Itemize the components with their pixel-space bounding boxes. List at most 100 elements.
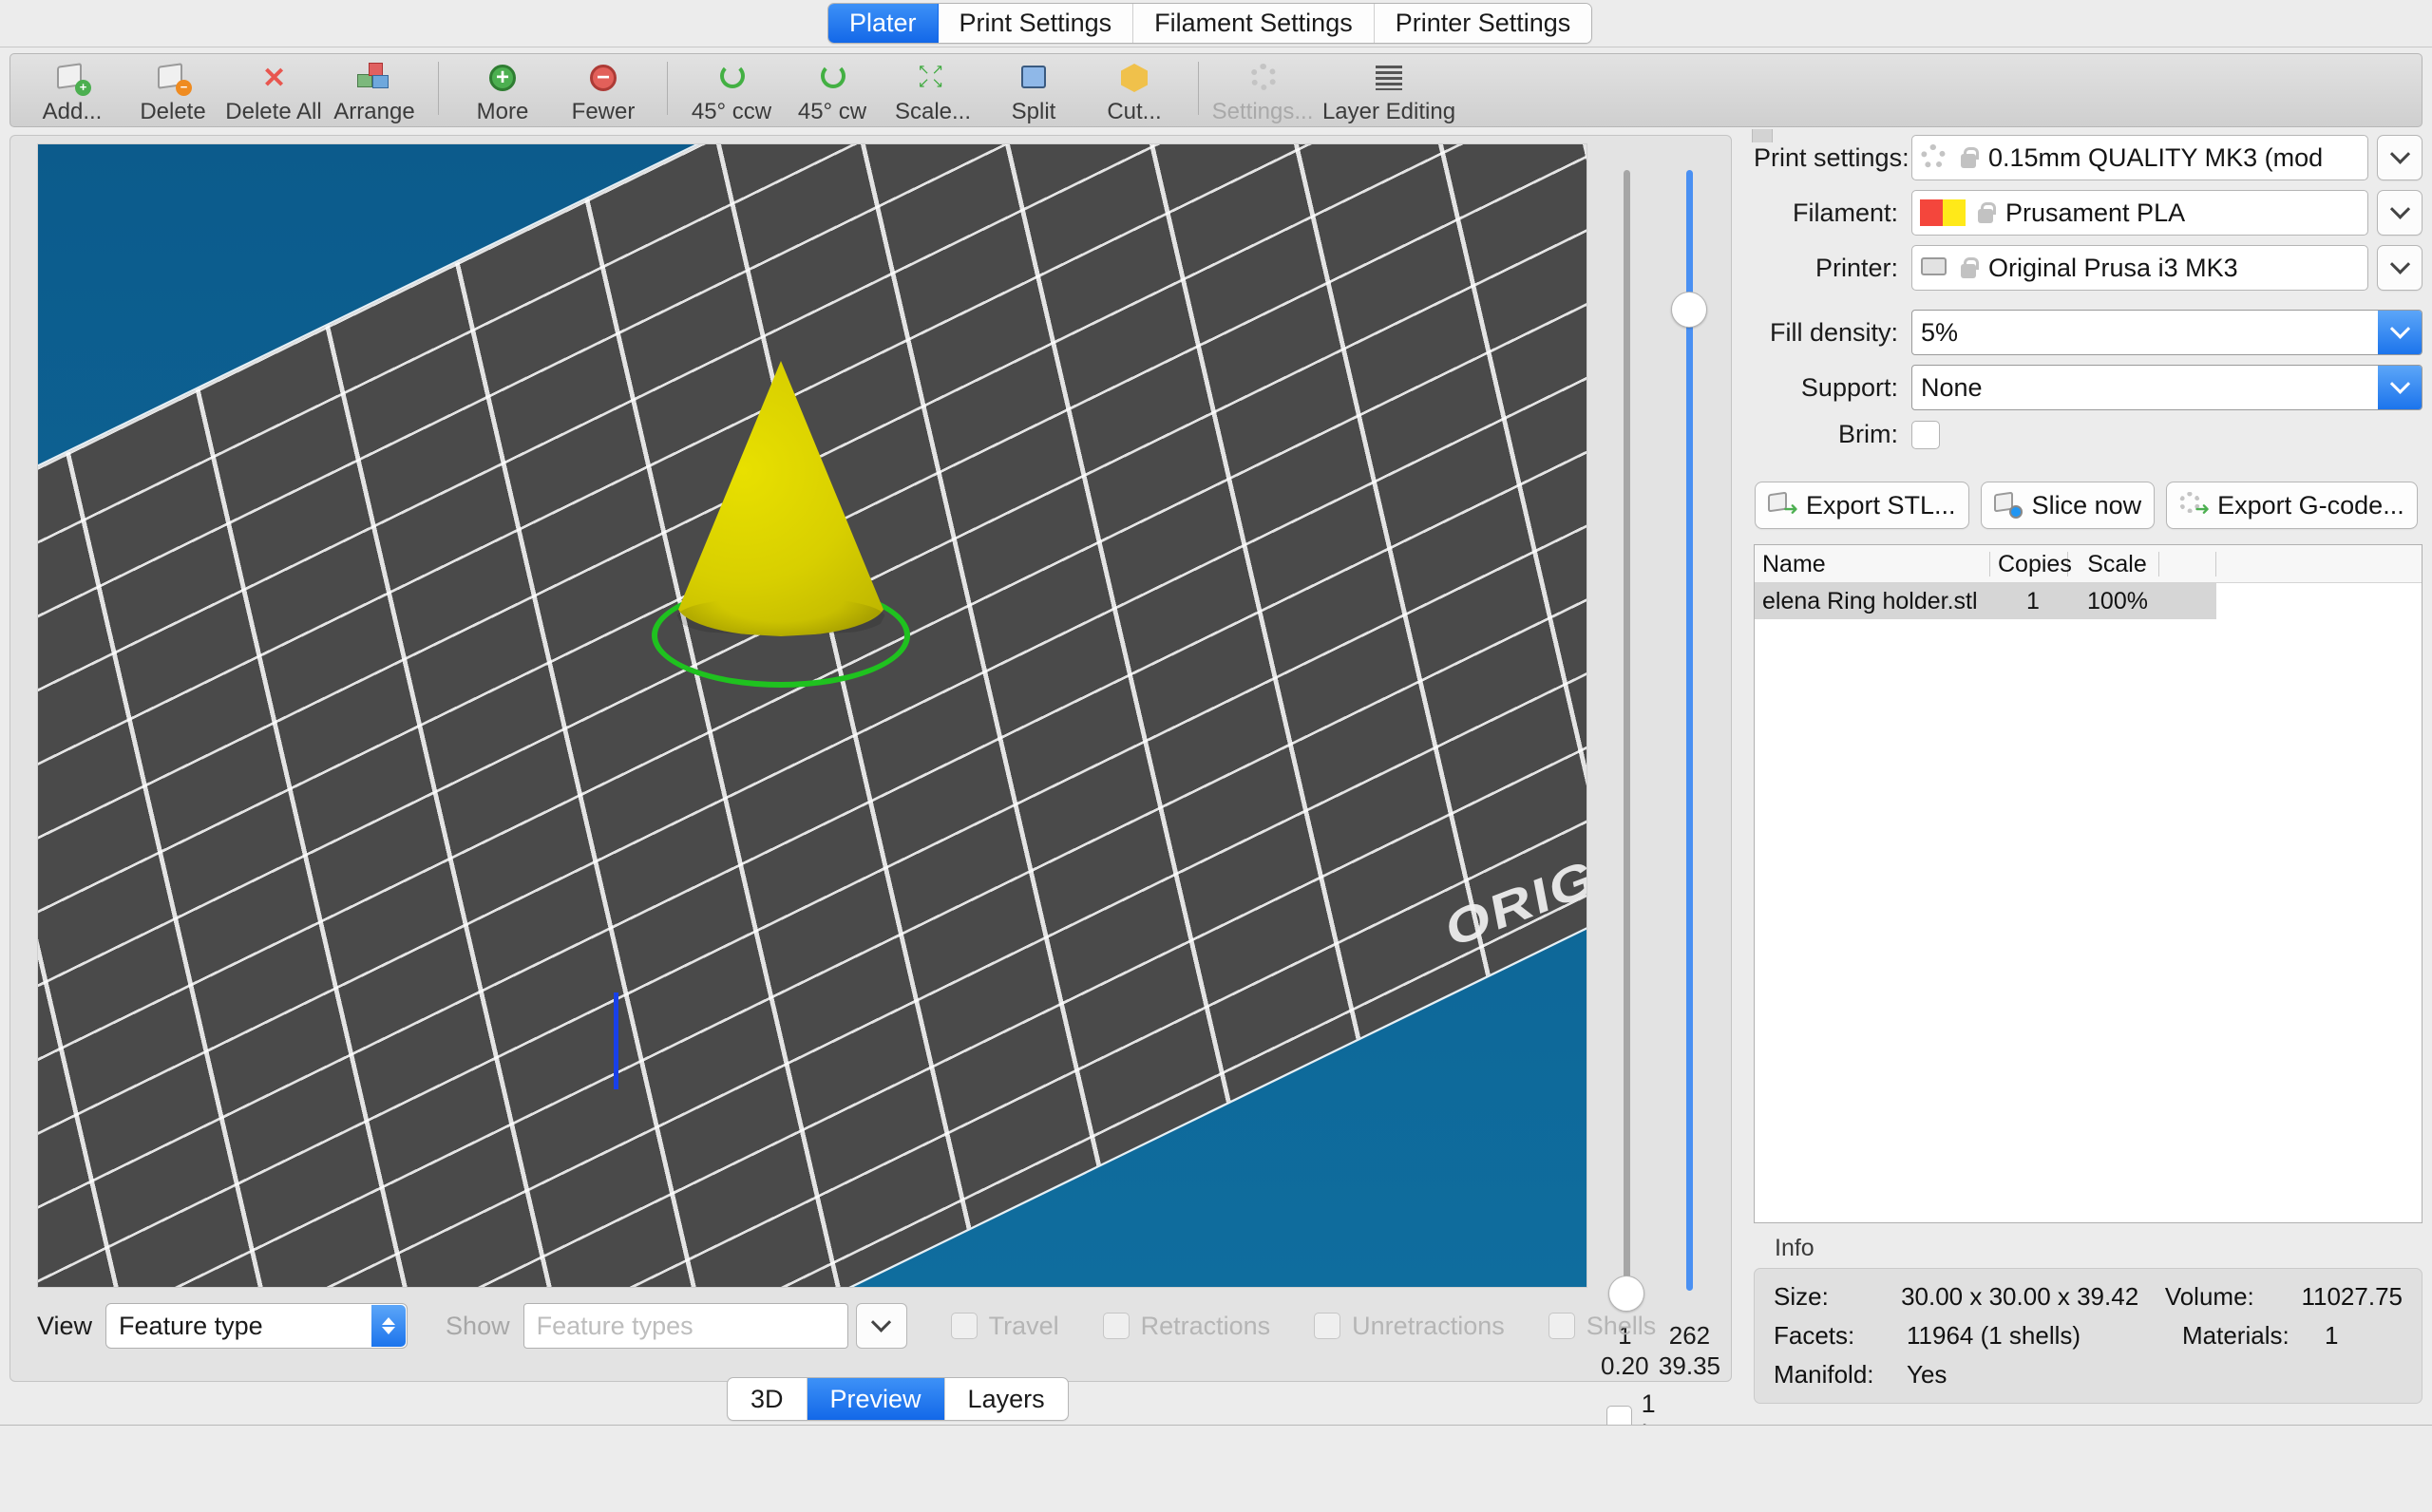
toolbar-cut-label: Cut... bbox=[1107, 99, 1162, 124]
printer-icon bbox=[1920, 254, 1948, 282]
toolbar-rotate-ccw-button[interactable]: 45° ccw bbox=[681, 54, 782, 126]
print-settings-dropdown-button[interactable] bbox=[2377, 135, 2422, 180]
toolbar-settings-button[interactable]: Settings... bbox=[1212, 54, 1313, 126]
fill-density-combo[interactable]: 5% bbox=[1911, 310, 2422, 355]
toolbar-scale-button[interactable]: ↖↗ ↙↘ Scale... bbox=[883, 54, 983, 126]
support-combo[interactable]: None bbox=[1911, 365, 2422, 410]
filament-row: Filament: Prusament PLA bbox=[1754, 190, 2422, 236]
shells-label: Shells bbox=[1586, 1311, 1657, 1340]
info-volume-value: 11027.75 bbox=[2301, 1282, 2403, 1311]
layer-low-height: 0.20 bbox=[1601, 1351, 1649, 1380]
show-label: Show bbox=[446, 1311, 510, 1340]
info-size-value: 30.00 x 30.00 x 39.42 bbox=[1901, 1282, 2139, 1311]
view-mode-3d[interactable]: 3D bbox=[728, 1378, 808, 1420]
export-button-row: ➜ Export STL... Slice now ➜ Export G-cod… bbox=[1755, 482, 2422, 529]
window-background-strip bbox=[0, 1425, 2432, 1512]
toolbar-rotate-cw-button[interactable]: 45° cw bbox=[782, 54, 883, 126]
table-row[interactable]: elena Ring holder.stl 1 100% bbox=[1755, 583, 2216, 619]
tab-printer-settings[interactable]: Printer Settings bbox=[1374, 4, 1592, 43]
tab-print-settings[interactable]: Print Settings bbox=[938, 4, 1134, 43]
info-facets-value: 11964 (1 shells) bbox=[1907, 1321, 2081, 1350]
main-toolbar: + Add... − Delete ✕ Delete All Arrange +… bbox=[10, 53, 2422, 127]
printer-dropdown-button[interactable] bbox=[2377, 245, 2422, 291]
toolbar-layer-editing-label: Layer Editing bbox=[1321, 99, 1456, 124]
toolbar-separator-3 bbox=[1198, 62, 1199, 115]
view-select[interactable]: Feature type bbox=[105, 1303, 408, 1349]
toolbar-rotate-cw-label: 45° cw bbox=[797, 99, 867, 124]
layer-slider-high-handle[interactable] bbox=[1671, 292, 1707, 328]
brim-label: Brim: bbox=[1838, 420, 1898, 448]
filament-label: Filament: bbox=[1792, 198, 1898, 227]
toolbar-arrange-button[interactable]: Arrange bbox=[324, 54, 425, 126]
brim-row: Brim: bbox=[1754, 420, 2422, 449]
info-manifold-label: Manifold: bbox=[1774, 1360, 1874, 1389]
toolbar-separator-2 bbox=[667, 62, 668, 115]
print-settings-value: 0.15mm QUALITY MK3 (mod bbox=[1988, 142, 2324, 172]
shells-checkbox[interactable] bbox=[1548, 1313, 1575, 1339]
travel-checkbox[interactable] bbox=[950, 1313, 978, 1339]
arrange-icon bbox=[353, 61, 395, 97]
support-dropdown-button[interactable] bbox=[2378, 366, 2422, 409]
gear-icon bbox=[1920, 143, 1948, 172]
toolbar-delete-all-label: Delete All bbox=[225, 99, 322, 124]
3d-viewport[interactable]: ORIG bbox=[37, 143, 1587, 1288]
toolbar-more-button[interactable]: + More bbox=[452, 54, 553, 126]
toolbar-delete-all-button[interactable]: ✕ Delete All bbox=[223, 54, 324, 126]
layer-slider-left-track[interactable] bbox=[1624, 170, 1630, 1291]
filament-dropdown-button[interactable] bbox=[2377, 190, 2422, 236]
view-mode-layers[interactable]: Layers bbox=[945, 1378, 1068, 1420]
export-gcode-button[interactable]: ➜ Export G-code... bbox=[2166, 482, 2418, 529]
toolbar-add-button[interactable]: + Add... bbox=[22, 54, 123, 126]
filament-combo[interactable]: Prusament PLA bbox=[1911, 190, 2368, 236]
fill-density-dropdown-button[interactable] bbox=[2378, 311, 2422, 354]
info-size-label: Size: bbox=[1774, 1282, 1829, 1311]
layer-high-height: 39.35 bbox=[1658, 1351, 1720, 1380]
checkbox-shells[interactable]: Shells bbox=[1548, 1311, 1657, 1341]
object-list-header: Name Copies Scale bbox=[1755, 545, 2422, 583]
export-stl-label: Export STL... bbox=[1806, 490, 1956, 520]
toolbar-fewer-button[interactable]: − Fewer bbox=[553, 54, 654, 126]
panel-splitter-handle[interactable] bbox=[1752, 129, 1773, 142]
show-input[interactable]: Feature types bbox=[522, 1303, 848, 1349]
toolbar-delete-label: Delete bbox=[140, 99, 206, 124]
cut-icon bbox=[1113, 61, 1155, 97]
printer-combo[interactable]: Original Prusa i3 MK3 bbox=[1911, 245, 2368, 291]
plus-circle-icon: + bbox=[482, 61, 523, 97]
print-settings-label: Print settings: bbox=[1754, 142, 1910, 172]
info-manifold-value: Yes bbox=[1907, 1360, 1948, 1389]
column-header-name: Name bbox=[1755, 551, 1990, 576]
print-settings-combo[interactable]: 0.15mm QUALITY MK3 (mod bbox=[1911, 135, 2368, 180]
layer-slider-right-track[interactable] bbox=[1686, 170, 1693, 1291]
export-gcode-icon: ➜ bbox=[2179, 491, 2210, 520]
unretractions-checkbox[interactable] bbox=[1314, 1313, 1341, 1339]
export-stl-button[interactable]: ➜ Export STL... bbox=[1755, 482, 1969, 529]
toolbar-delete-button[interactable]: − Delete bbox=[123, 54, 223, 126]
toolbar-separator-1 bbox=[438, 62, 439, 115]
toolbar-cut-button[interactable]: Cut... bbox=[1084, 54, 1185, 126]
chevron-down-icon bbox=[2389, 254, 2410, 274]
view-mode-preview[interactable]: Preview bbox=[807, 1378, 945, 1420]
toolbar-fewer-label: Fewer bbox=[571, 99, 636, 124]
print-bed bbox=[38, 144, 1586, 1287]
export-stl-icon: ➜ bbox=[1768, 491, 1798, 520]
toolbar-split-button[interactable]: Split bbox=[983, 54, 1084, 126]
gear-icon bbox=[1242, 61, 1283, 97]
support-value: None bbox=[1921, 372, 1983, 402]
brim-checkbox[interactable] bbox=[1911, 420, 1940, 449]
show-dropdown-button[interactable] bbox=[855, 1303, 907, 1349]
checkbox-travel[interactable]: Travel bbox=[950, 1312, 1059, 1341]
checkbox-retractions[interactable]: Retractions bbox=[1102, 1312, 1270, 1341]
tab-filament-settings[interactable]: Filament Settings bbox=[1133, 4, 1375, 43]
top-tab-bar: Plater Print Settings Filament Settings … bbox=[0, 0, 2432, 47]
slice-now-label: Slice now bbox=[2031, 490, 2142, 520]
slice-now-button[interactable]: Slice now bbox=[1980, 482, 2156, 529]
object-list[interactable]: Name Copies Scale elena Ring holder.stl … bbox=[1754, 544, 2422, 1223]
column-header-extra bbox=[2159, 551, 2216, 576]
toolbar-layer-editing-button[interactable]: Layer Editing bbox=[1313, 54, 1465, 126]
retractions-checkbox[interactable] bbox=[1102, 1313, 1130, 1339]
view-select-stepper[interactable] bbox=[371, 1305, 407, 1347]
lock-icon bbox=[1975, 200, 1996, 225]
tab-plater[interactable]: Plater bbox=[828, 4, 939, 43]
info-row-manifold: Manifold: Yes bbox=[1774, 1360, 2403, 1389]
checkbox-unretractions[interactable]: Unretractions bbox=[1314, 1312, 1505, 1341]
